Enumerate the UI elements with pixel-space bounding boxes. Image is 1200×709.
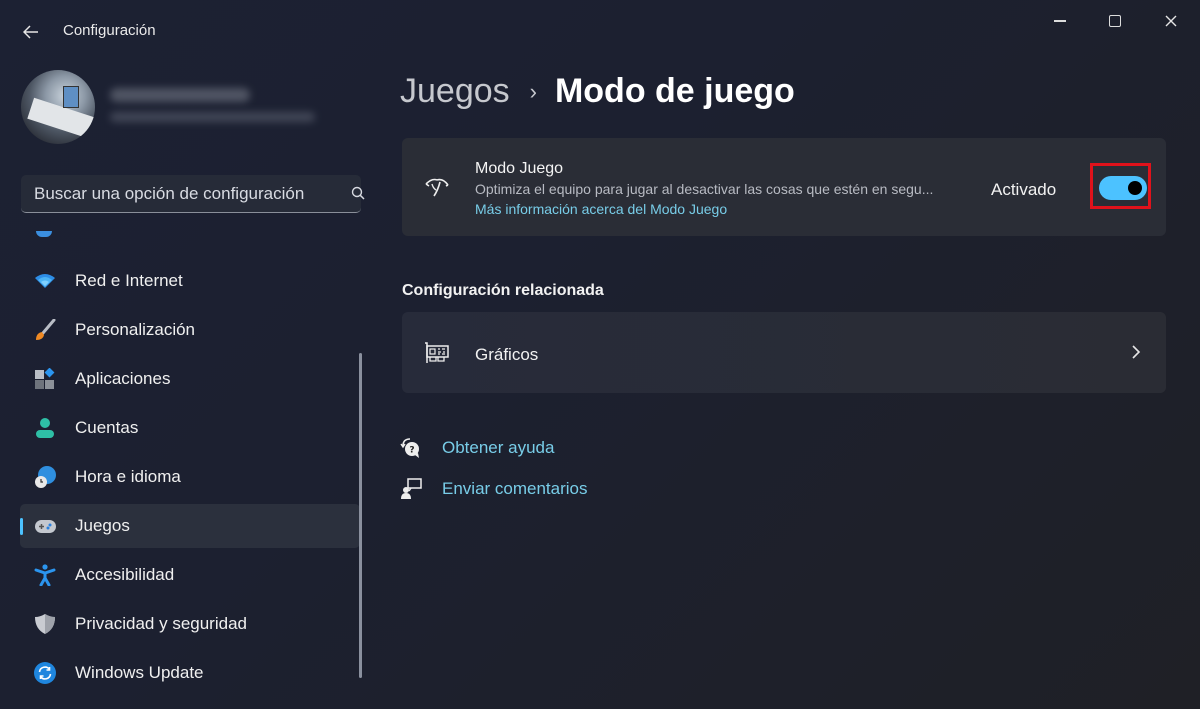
sidebar-item-gaming[interactable]: Juegos [20, 504, 360, 548]
game-mode-card: Modo Juego Optimiza el equipo para jugar… [402, 138, 1166, 236]
minimize-button[interactable] [1035, 6, 1085, 36]
nav-item-partial [36, 231, 52, 237]
close-button[interactable] [1146, 6, 1196, 36]
time-language-icon [35, 466, 56, 488]
sidebar-item-label: Juegos [75, 516, 130, 535]
sidebar-item-label: Hora e idioma [75, 467, 181, 486]
graphics-label: Gráficos [475, 345, 539, 364]
wifi-icon [35, 274, 55, 288]
shield-icon [35, 614, 55, 634]
sidebar-item-label: Aplicaciones [75, 369, 171, 388]
profile-name-blurred [110, 88, 250, 102]
breadcrumb-separator-icon: › [529, 78, 537, 104]
app-title: Configuración [63, 22, 156, 39]
search-icon[interactable] [351, 186, 365, 200]
sidebar-item-label: Windows Update [75, 663, 204, 682]
back-button[interactable] [18, 20, 44, 44]
back-arrow-icon [23, 25, 38, 39]
sidebar-item-label: Privacidad y seguridad [75, 614, 247, 633]
sidebar-item-accounts[interactable]: Cuentas [20, 406, 360, 450]
minimize-icon [1054, 20, 1066, 22]
toggle-state-label: Activado [991, 180, 1057, 199]
active-indicator [20, 518, 23, 535]
related-settings-heading: Configuración relacionada [402, 282, 604, 299]
game-mode-description: Optimiza el equipo para jugar al desacti… [475, 181, 934, 197]
game-mode-info-link[interactable]: Más información acerca del Modo Juego [475, 201, 727, 217]
settings-window: Configuración Red e Internet Personaliza… [0, 0, 1200, 709]
sidebar-item-accessibility[interactable]: Accesibilidad [20, 553, 360, 597]
help-icon: ? [400, 438, 419, 458]
profile-email-blurred [110, 112, 315, 122]
maximize-icon [1109, 15, 1121, 27]
update-icon [34, 662, 56, 684]
maximize-button[interactable] [1090, 6, 1140, 36]
sidebar-item-label: Accesibilidad [75, 565, 175, 584]
game-mode-title: Modo Juego [475, 160, 564, 177]
graphics-card-icon [425, 342, 449, 363]
sidebar-item-windows-update[interactable]: Windows Update [20, 651, 360, 695]
send-feedback-link[interactable]: Enviar comentarios [400, 478, 588, 500]
sidebar-item-apps[interactable]: Aplicaciones [20, 357, 360, 401]
sidebar-item-label: Cuentas [75, 418, 139, 437]
sidebar-item-time-language[interactable]: Hora e idioma [20, 455, 360, 499]
gamepad-icon [35, 520, 56, 533]
game-mode-toggle[interactable] [1099, 176, 1147, 200]
brush-icon [36, 319, 56, 340]
sidebar-item-privacy[interactable]: Privacidad y seguridad [20, 602, 360, 646]
title-bar: Configuración [0, 0, 1200, 60]
page-title: Modo de juego [554, 72, 795, 110]
breadcrumb-parent[interactable]: Juegos [400, 72, 510, 111]
graphics-settings-item[interactable]: Gráficos [402, 312, 1166, 393]
avatar[interactable] [21, 70, 95, 144]
sidebar-item-label: Red e Internet [75, 271, 183, 290]
sidebar-scrollbar[interactable] [359, 353, 362, 678]
apps-icon [35, 368, 55, 389]
send-feedback-label: Enviar comentarios [442, 479, 588, 498]
game-mode-icon [425, 178, 449, 197]
account-icon [36, 418, 54, 438]
sidebar-item-personalization[interactable]: Personalización [20, 308, 360, 352]
accessibility-icon [34, 564, 56, 586]
toggle-knob [1128, 181, 1142, 195]
sidebar-item-label: Personalización [75, 320, 196, 339]
breadcrumb: Juegos › Modo de juego [400, 72, 795, 111]
search-box [21, 175, 365, 213]
close-icon [1165, 15, 1177, 27]
feedback-icon [401, 478, 422, 499]
sidebar-item-network[interactable]: Red e Internet [20, 259, 360, 303]
svg-text:?: ? [409, 446, 414, 456]
chevron-right-icon [1132, 345, 1141, 359]
get-help-label: Obtener ayuda [442, 438, 555, 457]
get-help-link[interactable]: ? Obtener ayuda [400, 437, 554, 459]
search-input[interactable] [21, 175, 336, 213]
